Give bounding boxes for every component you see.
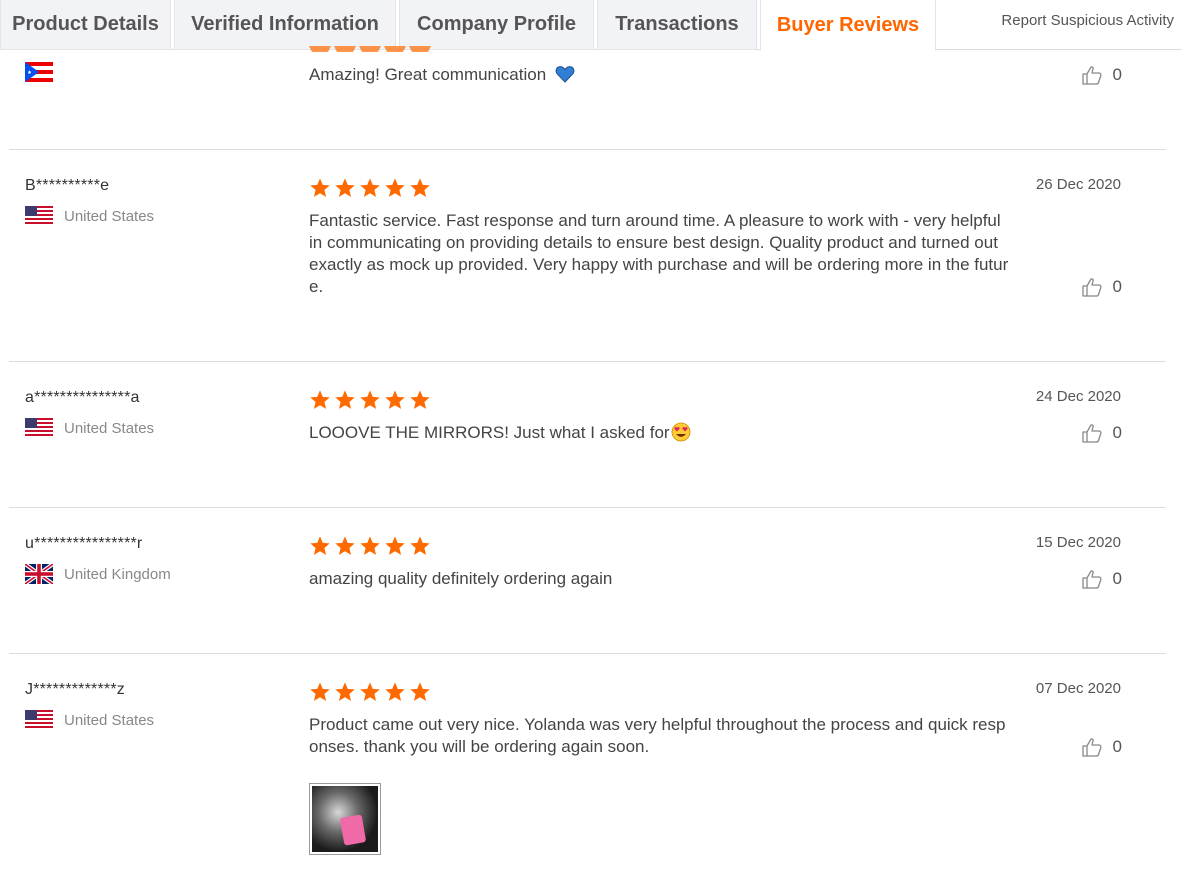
star-icon: [310, 178, 330, 197]
buyer-country: United Kingdom: [25, 564, 171, 584]
tab-product-details[interactable]: Product Details: [0, 0, 171, 50]
review-comment: Fantastic service. Fast response and tur…: [309, 211, 1009, 296]
star-icon: [410, 390, 430, 409]
review-item: u****************r United Kingdom amazin…: [9, 508, 1166, 653]
buyer-country: United States: [25, 710, 154, 730]
like-count: 0: [1112, 277, 1122, 296]
like-count: 0: [1112, 423, 1122, 442]
review-date: 26 Dec 2020: [1035, 176, 1121, 193]
review-date: 15 Dec 2020: [1035, 534, 1121, 551]
like-count: 0: [1112, 569, 1122, 588]
review-comment: amazing quality definitely ordering agai…: [309, 569, 613, 588]
tab-verified-information[interactable]: Verified Information: [174, 0, 396, 50]
star-icon: [310, 682, 330, 701]
star-icon: [410, 536, 430, 555]
star-icon: [385, 536, 405, 555]
star-icon: [410, 682, 430, 701]
star-icon: [360, 390, 380, 409]
star-icon: [335, 178, 355, 197]
review-item: Amazing! Great communication 0: [9, 46, 1166, 150]
review-item: a***************a United States LOOOVE T…: [9, 362, 1166, 507]
thumbs-up-icon: [1081, 278, 1102, 297]
tab-buyer-reviews[interactable]: Buyer Reviews: [760, 0, 936, 51]
thumbs-up-icon: [1081, 424, 1102, 443]
like-button[interactable]: 0: [1081, 64, 1122, 86]
star-rating: [309, 177, 434, 199]
thumbs-up-icon: [1081, 570, 1102, 589]
review-item: B**********e United States Fantastic ser…: [9, 150, 1166, 361]
review-comment: LOOOVE THE MIRRORS! Just what I asked fo…: [309, 422, 1009, 444]
buyer-country: United States: [25, 206, 154, 226]
buyer-name: u****************r: [25, 535, 143, 552]
star-icon: [335, 682, 355, 701]
buyer-country: United States: [25, 418, 154, 438]
like-count: 0: [1112, 737, 1122, 756]
like-button[interactable]: 0: [1081, 736, 1122, 758]
review-comment: Product came out very nice. Yolanda was …: [309, 715, 1006, 756]
tab-transactions[interactable]: Transactions: [597, 0, 757, 50]
star-rating: [309, 535, 434, 557]
review-photo-thumbnail[interactable]: [309, 783, 381, 855]
star-rating: [309, 681, 434, 703]
partial-stars: [309, 46, 431, 52]
star-icon: [310, 390, 330, 409]
star-icon: [385, 178, 405, 197]
star-rating: [309, 389, 434, 411]
uk-flag-icon: [25, 564, 53, 584]
us-flag-icon: [25, 206, 53, 226]
star-icon: [335, 536, 355, 555]
puerto-rico-flag-icon: [25, 62, 53, 82]
heart-eyes-icon: [671, 422, 690, 442]
us-flag-icon: [25, 418, 53, 438]
buyer-name: B**********e: [25, 177, 110, 194]
like-button[interactable]: 0: [1081, 422, 1122, 444]
star-icon: [360, 536, 380, 555]
star-icon: [385, 390, 405, 409]
like-button[interactable]: 0: [1081, 568, 1122, 590]
tab-bar: Product Details Verified Information Com…: [0, 0, 1182, 51]
blue-heart-icon: [555, 66, 575, 83]
buyer-name: a***************a: [25, 389, 140, 406]
thumbs-up-icon: [1081, 738, 1102, 757]
review-date: 07 Dec 2020: [1035, 680, 1121, 697]
buyer-country: [25, 62, 64, 82]
report-suspicious-activity-link[interactable]: Report Suspicious Activity: [1001, 12, 1174, 29]
star-icon: [360, 178, 380, 197]
review-photo: [312, 786, 378, 852]
star-icon: [360, 682, 380, 701]
star-icon: [410, 178, 430, 197]
buyer-name: J*************z: [25, 681, 125, 698]
star-icon: [310, 536, 330, 555]
tab-company-profile[interactable]: Company Profile: [399, 0, 594, 50]
star-icon: [335, 390, 355, 409]
review-comment: Amazing! Great communication: [309, 64, 1009, 86]
like-button[interactable]: 0: [1081, 276, 1122, 298]
star-icon: [385, 682, 405, 701]
review-date: 24 Dec 2020: [1035, 388, 1121, 405]
us-flag-icon: [25, 710, 53, 730]
thumbs-up-icon: [1081, 66, 1102, 85]
review-item: J*************z United States Product ca…: [9, 654, 1166, 869]
like-count: 0: [1112, 65, 1122, 84]
